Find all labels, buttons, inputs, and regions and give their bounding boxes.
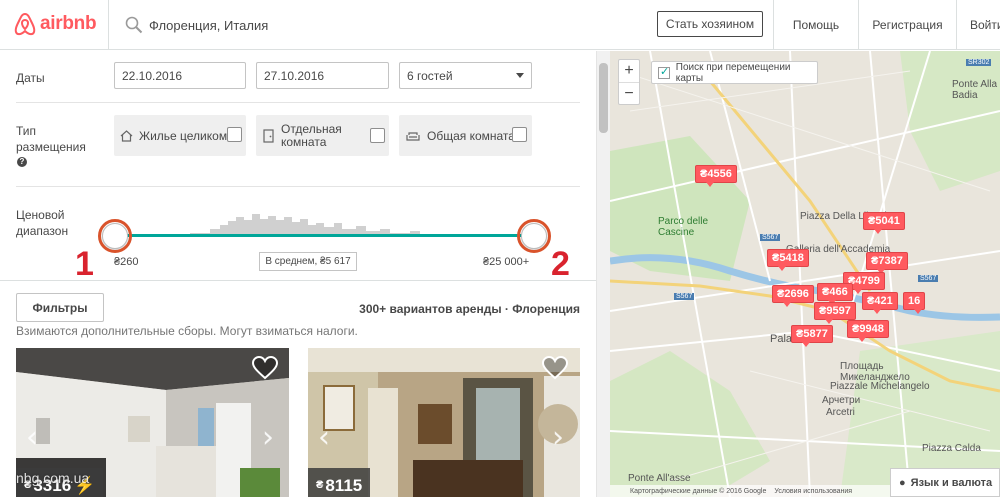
filters-button[interactable]: Фильтры bbox=[16, 293, 104, 322]
search-on-move-label: Поиск при перемещении карты bbox=[675, 61, 791, 84]
couch-icon bbox=[406, 131, 420, 141]
map-label: Arcetri bbox=[826, 407, 855, 418]
zoom-out-button[interactable]: − bbox=[619, 83, 639, 105]
nav-help[interactable]: Помощь bbox=[773, 0, 858, 50]
map-label: Piazza Calda bbox=[922, 443, 981, 454]
nav-login[interactable]: Войти bbox=[956, 0, 1000, 50]
map[interactable]: Piazza Della Libertà Parco delle Cascine… bbox=[610, 51, 1000, 497]
entire-home-checkbox[interactable] bbox=[227, 127, 242, 142]
guests-select[interactable]: 6 гостей bbox=[399, 62, 532, 89]
search-icon bbox=[125, 16, 143, 34]
room-entire-home-label: Жилье целиком bbox=[139, 128, 228, 143]
price-max-label: ₴25 000+ bbox=[483, 256, 530, 268]
door-icon bbox=[263, 128, 274, 143]
guests-value: 6 гостей bbox=[407, 68, 453, 83]
heart-icon[interactable] bbox=[252, 356, 278, 380]
checkout-input[interactable]: 27.10.2016 bbox=[256, 62, 389, 89]
prev-photo-icon[interactable]: ‹ bbox=[26, 420, 38, 455]
map-price-pin[interactable]: ₴7387 bbox=[866, 252, 908, 274]
next-photo-icon[interactable]: › bbox=[262, 420, 274, 455]
search-on-move-toggle[interactable]: Поиск при перемещении карты bbox=[651, 61, 818, 84]
search-filters-panel: Даты 22.10.2016 27.10.2016 6 гостей Тип … bbox=[0, 51, 596, 497]
map-price-pin[interactable]: ₴5877 bbox=[791, 325, 833, 347]
heart-icon[interactable] bbox=[542, 356, 568, 380]
logo-text: airbnb bbox=[40, 13, 97, 34]
map-data-credit: Картографические данные © 2016 Google bbox=[630, 487, 767, 495]
zoom-in-button[interactable]: + bbox=[619, 60, 639, 82]
nav-signup[interactable]: Регистрация bbox=[858, 0, 956, 50]
fees-note: Взимаются дополнительные сборы. Могут вз… bbox=[16, 324, 358, 338]
dates-label: Даты bbox=[16, 71, 45, 85]
road-number: S567 bbox=[760, 234, 781, 241]
language-currency-button[interactable]: ● Язык и валюта bbox=[890, 468, 1000, 497]
shared-room-checkbox[interactable] bbox=[512, 127, 527, 142]
room-shared[interactable]: Общая комната bbox=[399, 115, 532, 156]
map-price-pin[interactable]: ₴5041 bbox=[863, 212, 905, 234]
map-price-pin[interactable]: 16 bbox=[903, 292, 926, 314]
price-average: В среднем, ₴5 617 bbox=[259, 252, 357, 271]
divider bbox=[16, 102, 580, 103]
price-range-label: Ценовой диапазон bbox=[16, 208, 69, 238]
currency-symbol: ₴ bbox=[316, 479, 324, 491]
map-price-pin[interactable]: ₴9597 bbox=[814, 302, 856, 324]
map-price-pin[interactable]: ₴466 bbox=[817, 283, 853, 305]
map-label: Parco delle Cascine bbox=[658, 216, 709, 238]
annotation-number-2: 2 bbox=[551, 245, 570, 283]
globe-icon: ● bbox=[899, 476, 906, 489]
airbnb-logo[interactable]: airbnb bbox=[14, 12, 97, 36]
annotation-circle-1 bbox=[98, 219, 132, 253]
road-number: S567 bbox=[918, 275, 939, 282]
map-background bbox=[610, 51, 1000, 497]
annotation-number-1: 1 bbox=[75, 245, 94, 283]
language-currency-label: Язык и валюта bbox=[910, 476, 993, 489]
road-number: S567 bbox=[674, 293, 695, 300]
listing-card[interactable]: ‹ › ₴ 8115 bbox=[308, 348, 580, 497]
become-host-button[interactable]: Стать хозяином bbox=[657, 11, 763, 37]
map-zoom-control: + − bbox=[618, 59, 640, 105]
room-entire-home[interactable]: Жилье целиком bbox=[114, 115, 246, 156]
location-search[interactable] bbox=[108, 0, 628, 50]
divider bbox=[16, 186, 580, 187]
listing-price: ₴ 8115 bbox=[308, 468, 371, 497]
map-attribution: Картографические данные © 2016 Google Ус… bbox=[610, 485, 890, 497]
private-room-checkbox[interactable] bbox=[370, 128, 385, 143]
scrollbar-thumb[interactable] bbox=[599, 63, 608, 133]
map-price-pin[interactable]: ₴5418 bbox=[767, 249, 809, 271]
annotation-circle-2 bbox=[517, 219, 551, 253]
room-type-label: Тип размещения bbox=[16, 124, 86, 154]
map-label: Арчетри bbox=[822, 395, 861, 406]
scrollbar[interactable] bbox=[596, 51, 610, 497]
section-separator bbox=[0, 280, 596, 281]
price-value: 8115 bbox=[325, 476, 363, 495]
room-private[interactable]: Отдельная комната bbox=[256, 115, 389, 156]
map-label: Ponte All'asse bbox=[628, 473, 691, 484]
map-price-pin[interactable]: ₴9948 bbox=[847, 320, 889, 342]
map-terms-link[interactable]: Условия использования bbox=[774, 488, 852, 495]
chevron-down-icon bbox=[516, 73, 524, 78]
map-label: Ponte Alla Badia bbox=[952, 79, 998, 101]
map-price-pin[interactable]: ₴2696 bbox=[772, 285, 814, 307]
next-photo-icon[interactable]: › bbox=[552, 420, 564, 455]
map-label: Площадь Микеланджело bbox=[840, 361, 910, 383]
top-header: airbnb Стать хозяином Помощь Регистрация… bbox=[0, 0, 1000, 50]
price-min-label: ₴260 bbox=[114, 256, 139, 268]
road-number: SR302 bbox=[966, 59, 992, 66]
checkin-input[interactable]: 22.10.2016 bbox=[114, 62, 246, 89]
airbnb-belo-icon bbox=[14, 12, 36, 36]
help-icon[interactable]: ? bbox=[17, 157, 27, 167]
map-label: Piazzale Michelangelo bbox=[830, 381, 930, 392]
watermark: nbg.com.ua bbox=[16, 470, 90, 486]
checkbox-checked-icon[interactable] bbox=[658, 65, 670, 79]
house-icon bbox=[120, 129, 133, 142]
map-price-pin[interactable]: ₴421 bbox=[862, 292, 898, 314]
price-slider-track[interactable] bbox=[115, 234, 535, 237]
room-shared-label: Общая комната bbox=[427, 128, 515, 143]
results-count: 300+ вариантов аренды · Флоренция bbox=[359, 302, 580, 316]
search-input[interactable] bbox=[149, 14, 549, 36]
prev-photo-icon[interactable]: ‹ bbox=[318, 420, 330, 455]
room-private-label: Отдельная комната bbox=[281, 121, 342, 149]
map-price-pin[interactable]: ₴4556 bbox=[695, 165, 737, 187]
